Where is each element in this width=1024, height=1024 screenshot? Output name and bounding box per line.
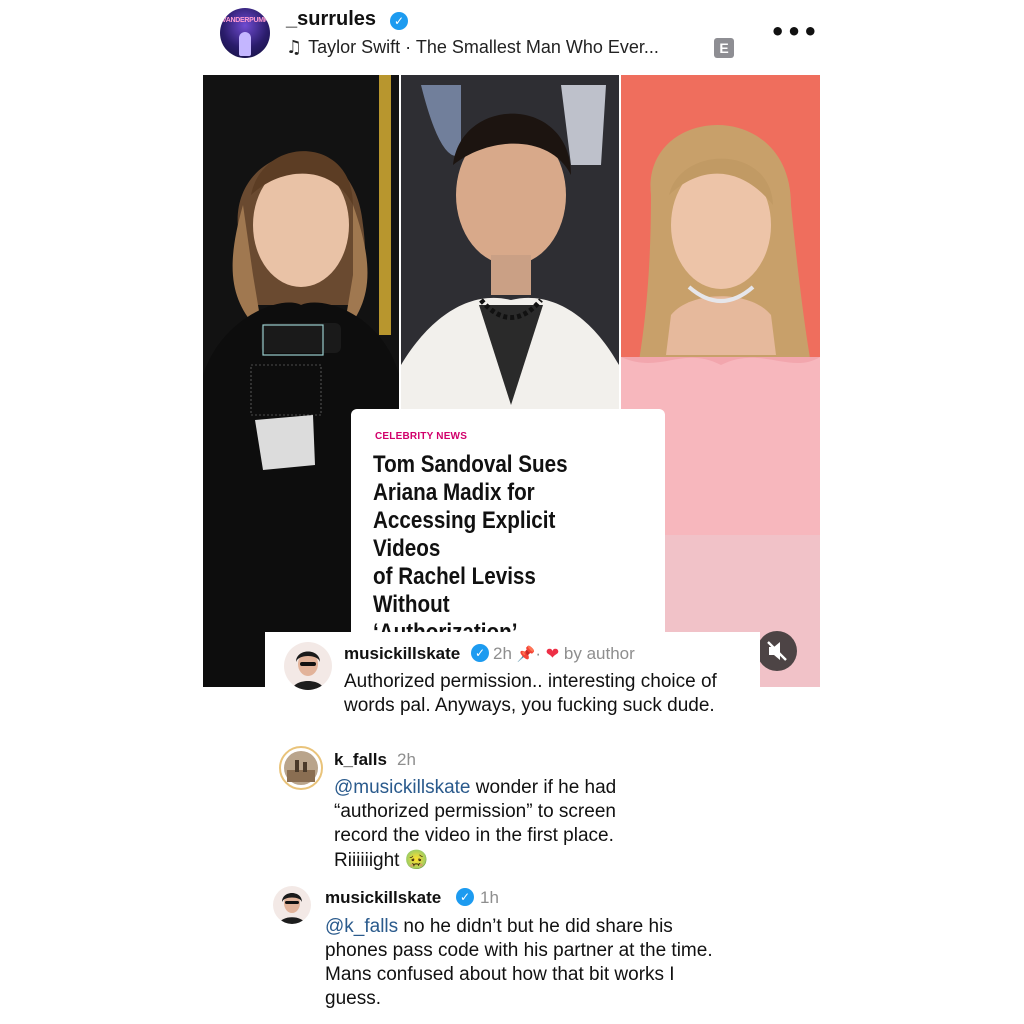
comment-3-verified-icon: ✓ xyxy=(456,888,474,906)
comment-1-by-author: by author xyxy=(563,644,635,663)
pin-icon: 📌 xyxy=(516,645,536,663)
heart-icon: ❤ xyxy=(545,644,560,663)
comment-2-username[interactable]: k_falls xyxy=(334,750,387,770)
comment-1-username[interactable]: musickillskate xyxy=(344,644,460,664)
article-category: CELEBRITY NEWS xyxy=(375,431,468,442)
post-media[interactable]: CELEBRITY NEWS Tom Sandoval Sues Ariana … xyxy=(203,75,820,687)
comment-2-avatar[interactable] xyxy=(279,746,323,790)
comment-3-mention[interactable]: @k_falls xyxy=(325,916,398,937)
music-attribution[interactable]: ♫ Taylor Swift · The Smallest Man Who Eve… xyxy=(286,37,659,58)
comment-3-time: 1h xyxy=(480,888,499,907)
comment-2-time: 2h xyxy=(397,750,416,769)
avatar-logo-text: VANDERPUMP xyxy=(221,17,269,24)
profile-avatar[interactable]: VANDERPUMP xyxy=(220,8,270,58)
explicit-badge: E xyxy=(714,38,734,58)
comment-1-separator: · xyxy=(535,644,542,663)
music-note-icon: ♫ xyxy=(286,37,303,58)
comment-1-time: 2h xyxy=(493,644,512,663)
avatar-figure xyxy=(239,32,251,56)
more-options-button[interactable]: ••• xyxy=(770,18,819,46)
comment-3-body: @k_falls no he didn’t but he did share h… xyxy=(325,915,720,1011)
comment-2-body: @musickillskate wonder if he had “author… xyxy=(334,776,664,873)
music-track: Taylor Swift · The Smallest Man Who Ever… xyxy=(308,37,659,57)
comment-2-mention[interactable]: @musickillskate xyxy=(334,777,470,798)
comment-1-avatar[interactable] xyxy=(284,642,332,690)
comment-1-meta: 2h 📌· ❤ by author xyxy=(493,644,635,664)
post-username[interactable]: _surrules xyxy=(286,8,376,31)
mute-button[interactable] xyxy=(757,631,797,671)
comment-2-avatar-art xyxy=(284,751,318,785)
nauseated-face-icon: 🤢 xyxy=(404,849,429,871)
comment-1-avatar-art xyxy=(292,651,324,690)
comment-3-avatar-art xyxy=(279,893,305,924)
verified-badge-icon: ✓ xyxy=(390,12,408,30)
comment-1-text: Authorized permission.. interesting choi… xyxy=(344,671,717,716)
comment-3-username[interactable]: musickillskate xyxy=(325,888,441,908)
speaker-muted-icon xyxy=(767,641,787,661)
comment-3-avatar[interactable] xyxy=(273,886,311,924)
comment-1-verified-icon: ✓ xyxy=(471,644,489,662)
